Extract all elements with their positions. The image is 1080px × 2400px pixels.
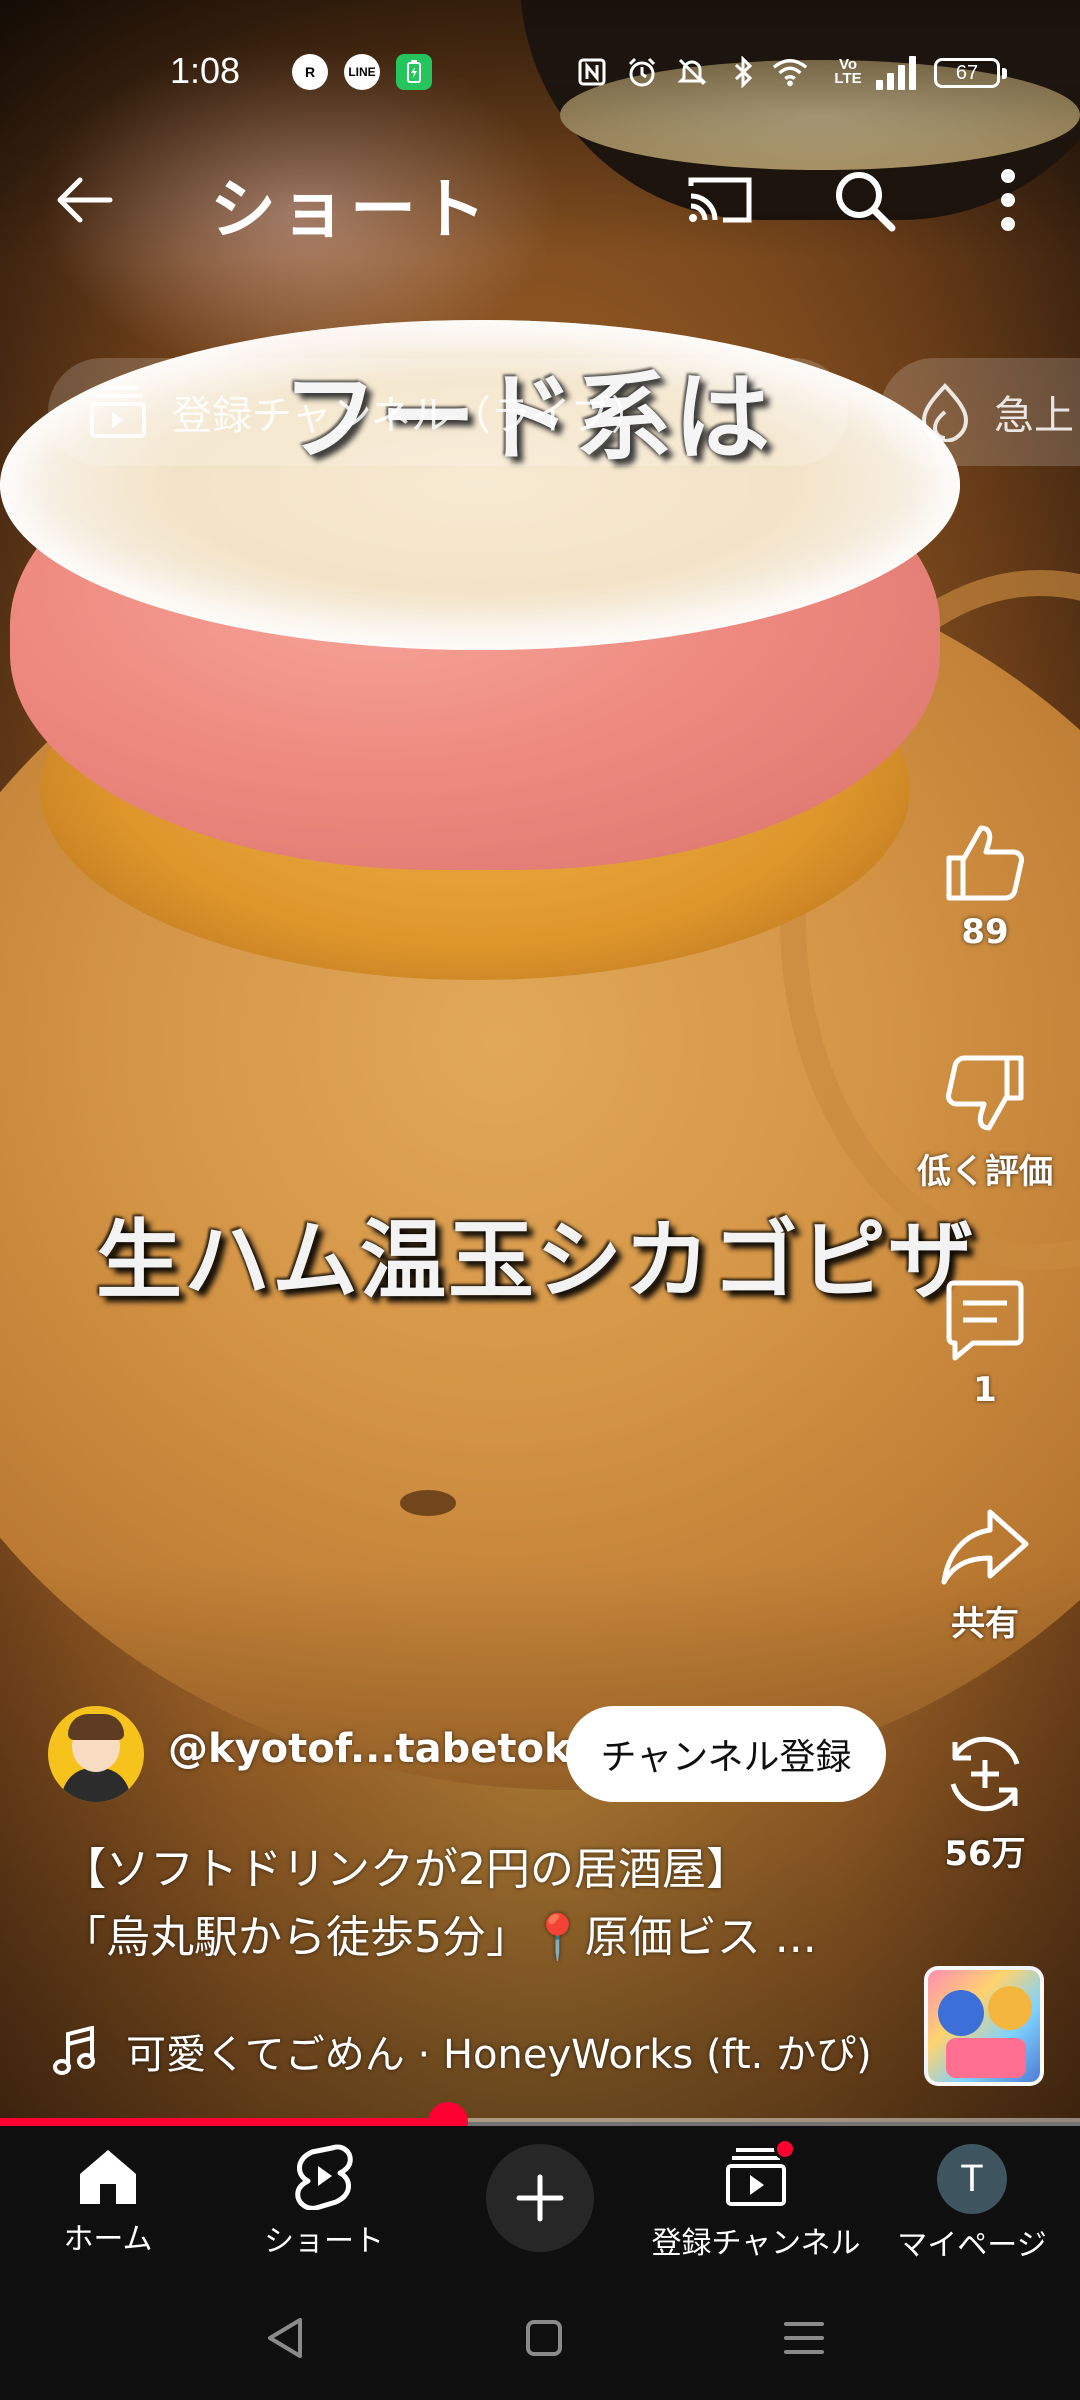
- system-home-button[interactable]: [512, 2306, 576, 2370]
- comment-count: 1: [973, 1370, 997, 1410]
- top-app-bar: ショート: [0, 130, 1080, 260]
- like-button[interactable]: 89: [900, 820, 1070, 952]
- line-icon: LINE: [344, 54, 380, 90]
- cast-icon: [688, 177, 752, 223]
- progress-fill: [0, 2118, 449, 2126]
- share-label: 共有: [951, 1604, 1019, 1644]
- subscribe-button[interactable]: チャンネル登録: [566, 1706, 886, 1802]
- nav-my-page[interactable]: T マイページ: [872, 2144, 1072, 2264]
- thumbnail-figure: [938, 1990, 984, 2036]
- channel-handle[interactable]: @kyotof...tabetoku: [168, 1726, 599, 1772]
- filter-chips: 登録チャンネル（ライブ） 急上: [48, 358, 1080, 466]
- mute-icon: [674, 54, 710, 90]
- thumbs-up-icon: [946, 825, 1024, 901]
- chip-label: 登録チャンネル（ライブ）: [172, 393, 651, 439]
- volte-icon: Vo LTE: [834, 56, 862, 87]
- shorts-icon: [295, 2144, 353, 2210]
- avatar-body: [62, 1768, 130, 1802]
- back-arrow-icon: [57, 177, 113, 223]
- home-square-icon: [526, 2320, 562, 2356]
- nav-home[interactable]: ホーム: [8, 2144, 208, 2258]
- nav-label: 登録チャンネル: [651, 2226, 861, 2261]
- description-line-1: 【ソフトドリンクが2円の居酒屋】: [62, 1844, 750, 1895]
- video-description[interactable]: 【ソフトドリンクが2円の居酒屋】 「烏丸駅から徒歩5分」📍原価ビス ...: [62, 1836, 882, 1972]
- signal-icon: [876, 56, 920, 90]
- status-bar: 1:08 R LINE Vo LTE 67: [0, 40, 1080, 104]
- bluetooth-icon: [726, 54, 762, 90]
- nav-label: マイページ: [897, 2228, 1047, 2263]
- video-table-hole: [400, 1490, 456, 1516]
- battery-icon: 67: [934, 58, 1007, 88]
- rakuten-link-icon: R: [292, 54, 328, 90]
- system-recents-button[interactable]: [772, 2306, 836, 2370]
- share-icon: [941, 1509, 1029, 1585]
- recents-menu-icon: [784, 2322, 824, 2354]
- subscriptions-icon: [90, 386, 146, 438]
- battery-saver-icon: [396, 54, 432, 90]
- nav-subscriptions[interactable]: 登録チャンネル: [651, 2138, 861, 2262]
- home-icon: [80, 2150, 136, 2204]
- cast-button[interactable]: [680, 160, 760, 240]
- page-title: ショート: [210, 171, 490, 248]
- remix-icon: [950, 1736, 1020, 1812]
- chip-label: 急上: [994, 393, 1074, 439]
- avatar-hair: [68, 1714, 124, 1740]
- comment-icon: [946, 1280, 1024, 1361]
- avatar-icon: T: [937, 2144, 1007, 2214]
- chip-subscriptions-live[interactable]: 登録チャンネル（ライブ）: [48, 358, 848, 466]
- more-vert-icon: [1001, 169, 1015, 231]
- add-icon: [516, 2174, 564, 2222]
- music-row[interactable]: 可愛くてごめん · HoneyWorks (ft. かぴ): [52, 2016, 912, 2086]
- system-navigation-bar: [0, 2276, 1080, 2400]
- remix-count: 56万: [944, 1834, 1026, 1874]
- video-caption-middle: 生ハム温玉シカゴピザ: [96, 1210, 976, 1311]
- thumbnail-figure: [946, 2038, 1026, 2078]
- channel-row: @kyotof...tabetoku チャンネル登録: [48, 1706, 908, 1802]
- nav-label: ホーム: [63, 2222, 153, 2257]
- system-back-button[interactable]: [252, 2306, 316, 2370]
- dislike-button[interactable]: 低く評価: [900, 1052, 1070, 1193]
- alarm-icon: [624, 54, 660, 90]
- music-note-icon: [53, 2026, 95, 2075]
- dislike-label: 低く評価: [917, 1152, 1053, 1192]
- thumbnail-figure: [988, 1986, 1032, 2030]
- nav-shorts[interactable]: ショート: [224, 2144, 424, 2260]
- share-button[interactable]: 共有: [900, 1504, 1070, 1645]
- wifi-icon: [772, 54, 808, 90]
- video-progress-bar[interactable]: [0, 2102, 1080, 2142]
- search-icon: [836, 172, 896, 232]
- notification-dot: [774, 2138, 796, 2160]
- comments-button[interactable]: 1: [900, 1278, 1070, 1410]
- status-time: 1:08: [170, 50, 241, 91]
- channel-avatar[interactable]: [48, 1706, 144, 1802]
- music-thumbnail[interactable]: [924, 1966, 1044, 2086]
- back-button[interactable]: [44, 160, 124, 240]
- nav-create-button[interactable]: [486, 2144, 594, 2252]
- chip-trending[interactable]: 急上: [880, 358, 1080, 466]
- remix-button[interactable]: 56万: [900, 1730, 1070, 1875]
- trending-icon: [921, 383, 969, 442]
- search-button[interactable]: [824, 160, 904, 240]
- music-title: 可愛くてごめん · HoneyWorks (ft. かぴ): [126, 2032, 872, 2078]
- bottom-navigation: ホーム ショート 登録チャンネル T マイページ: [0, 2126, 1080, 2276]
- nav-label: ショート: [264, 2224, 384, 2259]
- back-triangle-icon: [268, 2318, 302, 2358]
- thumbs-down-icon: [946, 1055, 1024, 1131]
- description-line-2: 「烏丸駅から徒歩5分」📍原価ビス ...: [62, 1912, 817, 1963]
- nfc-icon: [574, 54, 610, 90]
- like-count: 89: [961, 912, 1009, 952]
- more-options-button[interactable]: [968, 160, 1048, 240]
